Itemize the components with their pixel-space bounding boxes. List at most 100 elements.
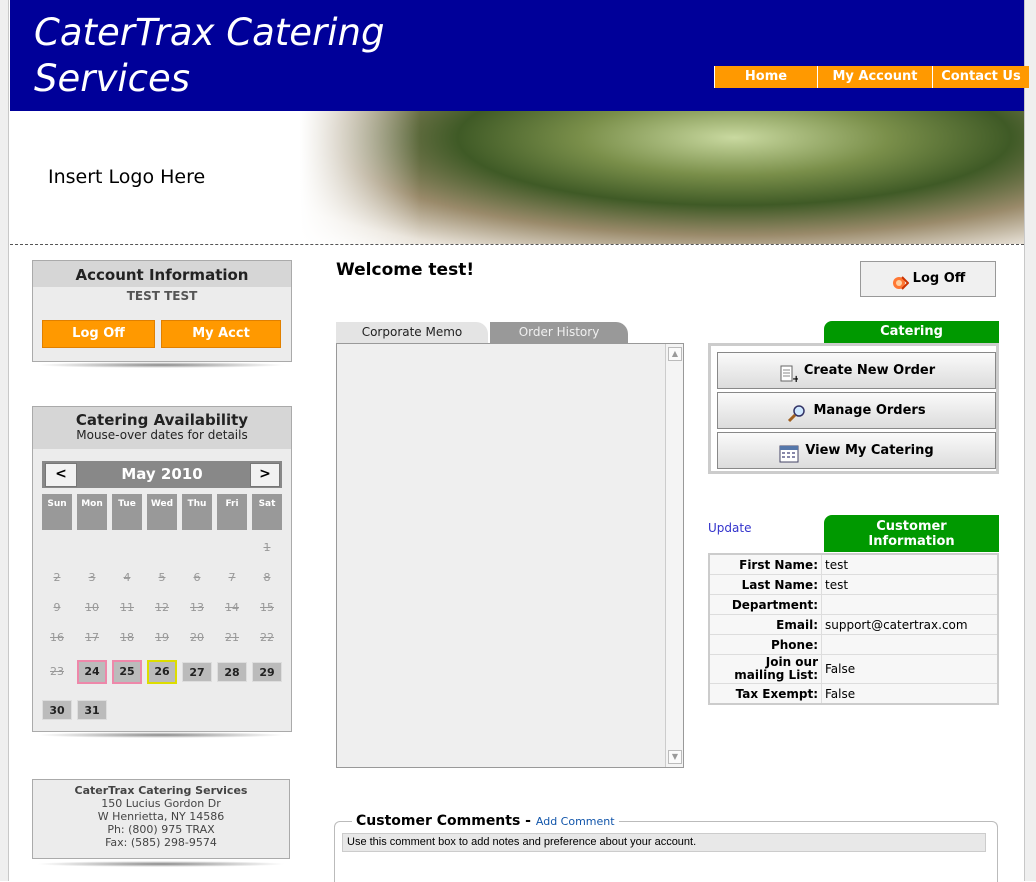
address-city: W Henrietta, NY 14586	[97, 810, 225, 823]
left-page-border	[0, 0, 9, 881]
calendar-month-label: May 2010	[121, 465, 203, 483]
main-logoff-button[interactable]: Log Off	[860, 261, 996, 297]
view-my-catering-button[interactable]: View My Catering	[717, 432, 996, 469]
customer-information-table: First Name: test Last Name: test Departmen…	[708, 553, 999, 705]
calendar-day-past: 11	[120, 601, 134, 614]
calendar-day-available[interactable]: 24	[77, 660, 107, 684]
calendar-day-past: 9	[53, 601, 61, 614]
logo-placeholder: Insert Logo Here	[48, 166, 206, 188]
calendar-day-past: 13	[190, 601, 204, 614]
add-comment-link[interactable]: Add Comment	[536, 815, 615, 828]
calendar-day-past: 14	[225, 601, 239, 614]
scroll-down-icon[interactable]: ▼	[668, 750, 682, 764]
weekday-label: Mon	[77, 494, 107, 530]
field-label: Email:	[708, 614, 822, 635]
calendar-next-button[interactable]: >	[250, 463, 280, 487]
field-label: First Name:	[708, 553, 822, 575]
availability-heading-area: Catering Availability Mouse-over dates f…	[33, 407, 291, 449]
tab-corporate-memo[interactable]: Corporate Memo	[336, 322, 488, 343]
new-document-icon: +	[778, 362, 800, 385]
weekday-label: Tue	[112, 494, 142, 530]
calendar-day-past: 23	[50, 665, 64, 678]
customer-tab-line1: Customer	[876, 519, 947, 534]
calendar-day-available[interactable]: 29	[252, 662, 282, 682]
tab-order-history[interactable]: Order History	[490, 322, 628, 343]
update-link[interactable]: Update	[708, 521, 751, 535]
create-new-order-button[interactable]: + Create New Order	[717, 352, 996, 389]
calendar-day-past: 6	[193, 571, 201, 584]
calendar-prev-button[interactable]: <	[45, 463, 77, 487]
create-new-order-label: Create New Order	[803, 363, 936, 378]
field-value	[821, 634, 999, 655]
calendar-day-past: 10	[85, 601, 99, 614]
calendar-day-available[interactable]: 28	[217, 662, 247, 682]
manage-orders-button[interactable]: Manage Orders	[717, 392, 996, 429]
field-label: Last Name:	[708, 574, 822, 595]
account-my-acct-button[interactable]: My Acct	[161, 320, 281, 348]
weekday-label: Thu	[182, 494, 212, 530]
field-label: Join our mailing List:	[708, 654, 822, 684]
company-address-box: CaterTrax Catering Services 150 Lucius G…	[32, 779, 290, 859]
right-page-scrollbar[interactable]	[1024, 0, 1036, 881]
nav-my-account[interactable]: My Account	[817, 66, 932, 88]
customer-information-tab: Customer Information	[824, 515, 999, 552]
nav-home[interactable]: Home	[714, 66, 817, 88]
top-navigation: Home My Account Contact Us	[714, 66, 1029, 88]
box-shadow	[36, 362, 286, 368]
view-my-catering-label: View My Catering	[805, 443, 934, 458]
weekday-label: Sun	[42, 494, 72, 530]
comments-title: Customer Comments	[356, 813, 521, 829]
table-row: Department:	[708, 594, 999, 615]
box-shadow	[36, 861, 286, 867]
memo-scrollbar[interactable]: ▲ ▼	[665, 344, 683, 767]
customer-comments-heading: Customer Comments - Add Comment	[352, 813, 619, 829]
field-value: False	[821, 654, 999, 684]
availability-subheading: Mouse-over dates for details	[76, 428, 248, 442]
calendar-day-past: 3	[88, 571, 96, 584]
calendar-day-past: 5	[158, 571, 166, 584]
table-row: Tax Exempt: False	[708, 683, 999, 705]
catering-tab: Catering	[824, 321, 999, 343]
field-value	[821, 594, 999, 615]
scroll-up-icon[interactable]: ▲	[668, 347, 682, 361]
table-row: Phone:	[708, 634, 999, 655]
table-row: Join our mailing List: False	[708, 654, 999, 684]
field-label: Phone:	[708, 634, 822, 655]
calendar-day-past: 15	[260, 601, 274, 614]
catering-panel: + Create New Order Manage Orders View My…	[708, 343, 999, 474]
table-row: Email: support@catertrax.com	[708, 614, 999, 635]
account-logoff-button[interactable]: Log Off	[42, 320, 155, 348]
calendar-day-today[interactable]: 26	[147, 660, 177, 684]
logoff-icon	[891, 271, 910, 290]
address-company: CaterTrax Catering Services	[74, 784, 248, 797]
calendar-day-past: 2	[53, 571, 61, 584]
calendar-month-header: May 2010	[42, 461, 282, 488]
calendar-day-available[interactable]: 31	[77, 700, 107, 720]
comments-separator: -	[520, 813, 536, 829]
calendar-day-past: 16	[50, 631, 64, 644]
calendar-day-past: 12	[155, 601, 169, 614]
table-row: First Name: test	[708, 553, 999, 575]
calendar-day-available[interactable]: 30	[42, 700, 72, 720]
field-value: False	[821, 683, 999, 705]
main-logoff-label: Log Off	[912, 271, 966, 286]
calendar-day-past: 17	[85, 631, 99, 644]
corporate-memo-panel: ▲ ▼	[336, 343, 684, 768]
calendar-day-past: 20	[190, 631, 204, 644]
site-header: CaterTrax Catering Services Home My Acco…	[10, 0, 1029, 111]
nav-contact-us[interactable]: Contact Us	[932, 66, 1029, 88]
calendar-day-available[interactable]: 25	[112, 660, 142, 684]
availability-heading: Catering Availability	[75, 411, 249, 429]
address-phone: Ph: (800) 975 TRAX	[107, 823, 215, 836]
calendar-day-past: 1	[263, 541, 271, 554]
banner-fade	[300, 111, 420, 244]
calendar-icon	[779, 442, 799, 462]
field-value: test	[821, 553, 999, 575]
welcome-message: Welcome test!	[336, 260, 475, 280]
account-information-heading: Account Information	[33, 261, 291, 287]
weekday-label: Wed	[147, 494, 177, 530]
calendar-day-past: 18	[120, 631, 134, 644]
calendar-day-available[interactable]: 27	[182, 662, 212, 682]
site-title-line1: CaterTrax Catering	[34, 11, 385, 54]
manage-orders-label: Manage Orders	[813, 403, 926, 418]
